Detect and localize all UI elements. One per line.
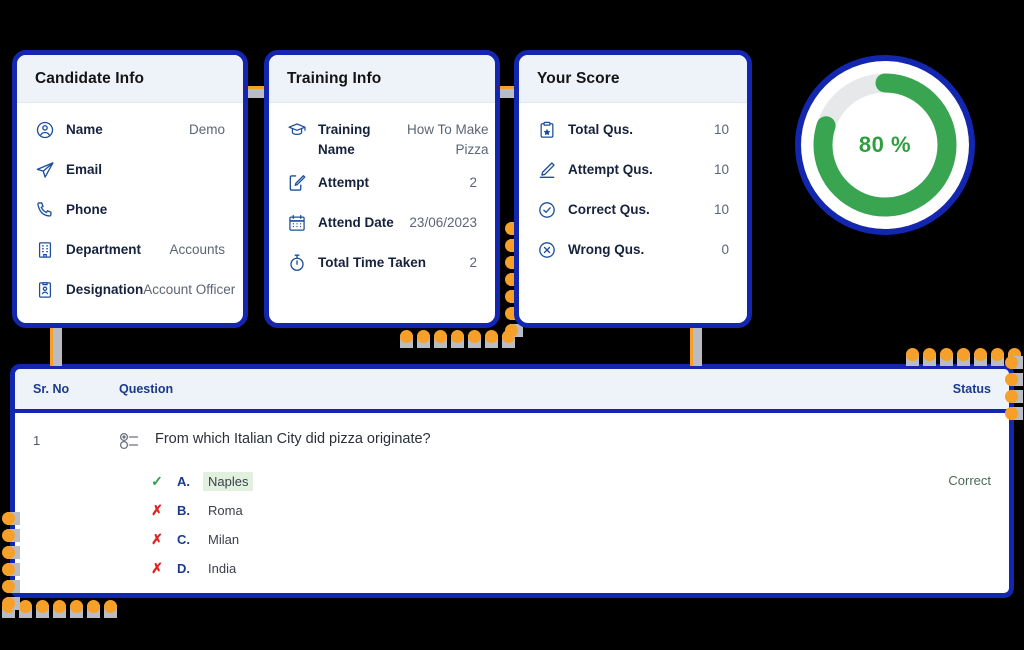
info-value: How To Make Pizza bbox=[406, 122, 489, 157]
card-your-score: Your Score Total Qus. 10 Attempt Qus. 10… bbox=[514, 50, 752, 328]
cell-question: From which Italian City did pizza origin… bbox=[119, 429, 881, 583]
option-letter: D. bbox=[177, 561, 190, 576]
radio-list-icon bbox=[119, 431, 141, 451]
info-label: Phone bbox=[66, 202, 108, 217]
clipboard-star-icon bbox=[537, 120, 559, 142]
edit-square-icon bbox=[287, 173, 309, 195]
option-text: Naples bbox=[203, 472, 254, 491]
dots-table-right-edge bbox=[1005, 356, 1023, 420]
option-letter: C. bbox=[177, 532, 190, 547]
cross-icon: ✗ bbox=[151, 502, 163, 518]
card-title: Your Score bbox=[537, 70, 620, 87]
score-row-total: Total Qus. 10 bbox=[537, 113, 729, 153]
info-label: Total Time Taken bbox=[318, 255, 427, 270]
answer-option: ✗ B. Roma bbox=[147, 496, 881, 525]
card-body: Name Demo Email Phone Department Account… bbox=[17, 103, 243, 323]
x-circle-icon bbox=[537, 240, 559, 262]
check-circle-icon bbox=[537, 200, 559, 222]
info-label: Training Name bbox=[318, 122, 371, 157]
info-row-attempt: Attempt 2 bbox=[287, 166, 477, 206]
result-dashboard: Candidate Info Name Demo Email Phone Dep… bbox=[0, 0, 1024, 650]
cell-srno: 1 bbox=[33, 433, 41, 448]
score-label: Attempt Qus. bbox=[568, 162, 653, 177]
info-label: Attempt bbox=[318, 175, 369, 190]
card-training-info: Training Info Training Name How To Make … bbox=[264, 50, 500, 328]
option-text: Roma bbox=[208, 503, 243, 518]
answer-option: ✓ A. Naples bbox=[147, 467, 881, 496]
stopwatch-icon bbox=[287, 253, 309, 275]
score-value: 10 bbox=[713, 202, 729, 217]
info-label: Designation bbox=[66, 282, 144, 297]
answer-option-list: ✓ A. Naples ✗ B. Roma ✗ C. Milan ✗ D. In… bbox=[147, 467, 881, 583]
score-gauge: 80 % bbox=[795, 55, 975, 235]
calendar-icon bbox=[287, 213, 309, 235]
column-header-srno: Sr. No bbox=[33, 382, 70, 396]
check-icon: ✓ bbox=[151, 473, 163, 489]
question-text: From which Italian City did pizza origin… bbox=[155, 431, 431, 447]
cross-icon: ✗ bbox=[151, 560, 163, 576]
pencil-icon bbox=[537, 160, 559, 182]
connector-candidate-to-table bbox=[50, 322, 62, 366]
option-letter: A. bbox=[177, 474, 190, 489]
info-label: Attend Date bbox=[318, 215, 394, 230]
cross-icon: ✗ bbox=[151, 531, 163, 547]
info-row-department: Department Accounts bbox=[35, 233, 225, 273]
answer-option: ✗ C. Milan bbox=[147, 525, 881, 554]
connector-score-to-table bbox=[690, 322, 702, 366]
score-label: Correct Qus. bbox=[568, 202, 650, 217]
score-row-wrong: Wrong Qus. 0 bbox=[537, 233, 729, 273]
table-row: 1 From which Italian City did pizza orig… bbox=[15, 413, 1009, 583]
id-badge-icon bbox=[35, 280, 57, 302]
table-header-row: Sr. No Question Status bbox=[15, 369, 1009, 413]
score-value: 10 bbox=[713, 162, 729, 177]
option-text: India bbox=[208, 561, 237, 576]
send-icon bbox=[35, 160, 57, 182]
info-value: Demo bbox=[188, 122, 225, 137]
score-row-correct: Correct Qus. 10 bbox=[537, 193, 729, 233]
score-row-attempt: Attempt Qus. 10 bbox=[537, 153, 729, 193]
graduation-cap-icon bbox=[287, 120, 309, 142]
user-circle-icon bbox=[35, 120, 57, 142]
info-value: Account Officer bbox=[143, 282, 236, 297]
info-row-training-name: Training Name How To Make Pizza bbox=[287, 113, 489, 166]
card-header: Candidate Info bbox=[17, 55, 243, 103]
card-candidate-info: Candidate Info Name Demo Email Phone Dep… bbox=[12, 50, 248, 328]
card-title: Training Info bbox=[287, 70, 382, 87]
score-label: Wrong Qus. bbox=[568, 242, 645, 257]
card-body: Total Qus. 10 Attempt Qus. 10 Correct Qu… bbox=[519, 103, 747, 285]
info-row-attend-date: Attend Date 23/06/2023 bbox=[287, 206, 477, 246]
info-row-name: Name Demo bbox=[35, 113, 225, 153]
dots-under-training-card bbox=[400, 330, 520, 348]
info-value: Accounts bbox=[169, 242, 225, 257]
answer-option: ✗ D. India bbox=[147, 554, 881, 583]
info-value: 2 bbox=[469, 175, 477, 190]
card-header: Training Info bbox=[269, 55, 495, 103]
card-header: Your Score bbox=[519, 55, 747, 103]
info-value: 23/06/2023 bbox=[409, 215, 477, 230]
info-label: Name bbox=[66, 122, 103, 137]
column-header-status: Status bbox=[952, 382, 991, 396]
info-value: 2 bbox=[469, 255, 477, 270]
info-row-total-time: Total Time Taken 2 bbox=[287, 246, 477, 286]
dots-table-left-edge bbox=[2, 512, 20, 610]
building-icon bbox=[35, 240, 57, 262]
info-row-designation: Designation Account Officer bbox=[35, 273, 235, 313]
option-text: Milan bbox=[208, 532, 240, 547]
phone-icon bbox=[35, 200, 57, 222]
question-results-table: Sr. No Question Status 1 From which Ital… bbox=[10, 364, 1014, 598]
info-row-email: Email bbox=[35, 153, 225, 193]
info-row-phone: Phone bbox=[35, 193, 225, 233]
score-value: 10 bbox=[713, 122, 729, 137]
info-label: Department bbox=[66, 242, 142, 257]
card-title: Candidate Info bbox=[35, 70, 145, 87]
gauge-percent-label: 80 % bbox=[858, 132, 912, 157]
column-header-question: Question bbox=[119, 382, 174, 396]
score-value: 0 bbox=[721, 242, 729, 257]
score-label: Total Qus. bbox=[568, 122, 634, 137]
card-body: Training Name How To Make Pizza Attempt … bbox=[269, 103, 495, 298]
cell-status: Correct bbox=[948, 473, 991, 488]
info-label: Email bbox=[66, 162, 103, 177]
option-letter: B. bbox=[177, 503, 190, 518]
